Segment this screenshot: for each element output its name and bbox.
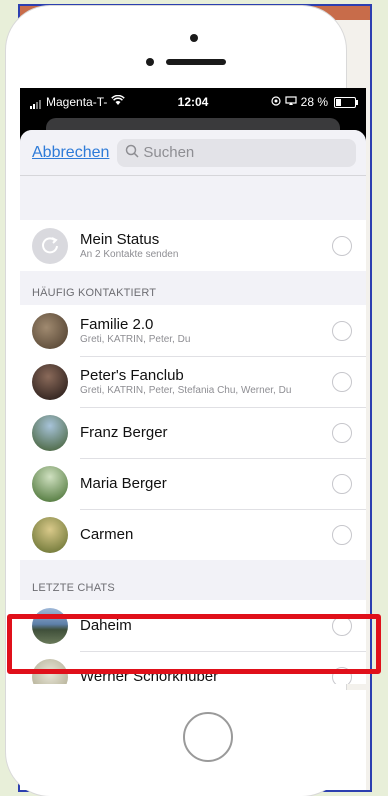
avatar <box>32 516 68 553</box>
my-status-row[interactable]: Mein Status An 2 Kontakte senden <box>20 220 366 271</box>
battery-percent: 28 % <box>300 95 329 109</box>
contact-name: Familie 2.0 <box>80 316 154 333</box>
search-icon <box>125 144 139 162</box>
avatar <box>32 414 68 451</box>
contact-row[interactable]: Peter's Fanclub Greti, KATRIN, Peter, St… <box>20 356 366 407</box>
status-bar: Magenta-T- 12:04 28 % <box>20 88 366 116</box>
front-camera <box>190 34 198 42</box>
contact-row[interactable]: Maria Berger <box>20 458 366 509</box>
select-radio[interactable] <box>332 371 352 392</box>
screen-mirroring-icon <box>285 95 297 109</box>
avatar <box>32 465 68 502</box>
select-radio[interactable] <box>332 666 352 684</box>
my-status-group: Mein Status An 2 Kontakte senden <box>20 220 366 271</box>
select-radio[interactable] <box>332 320 352 341</box>
share-sheet: Abbrechen Suchen Mein Status An 2 Kontak… <box>20 130 366 684</box>
home-button[interactable] <box>183 712 233 762</box>
status-avatar <box>32 227 68 264</box>
contact-name: Franz Berger <box>80 424 168 441</box>
location-icon <box>271 95 281 109</box>
recent-group: Daheim Werner Schörkhuber <box>20 600 366 684</box>
signal-icon <box>30 95 42 109</box>
select-radio[interactable] <box>332 422 352 443</box>
select-radio[interactable] <box>332 524 352 545</box>
clock: 12:04 <box>177 95 209 109</box>
contact-row[interactable]: Franz Berger <box>20 407 366 458</box>
contact-name: Werner Schörkhuber <box>80 668 219 684</box>
contact-row[interactable]: Daheim <box>20 600 366 651</box>
earpiece-speaker <box>166 59 226 65</box>
contact-name: Peter's Fanclub <box>80 367 184 384</box>
select-radio[interactable] <box>332 473 352 494</box>
status-refresh-icon <box>42 236 58 253</box>
select-radio[interactable] <box>332 615 352 636</box>
avatar <box>32 658 68 684</box>
wifi-icon <box>111 94 126 109</box>
search-bar: Abbrechen Suchen <box>20 130 366 176</box>
contact-name: Maria Berger <box>80 475 167 492</box>
search-placeholder: Suchen <box>143 144 195 161</box>
battery-icon <box>334 96 359 108</box>
avatar <box>32 312 68 349</box>
section-header-recent: LETZTE CHATS <box>20 560 366 600</box>
select-radio[interactable] <box>332 235 352 256</box>
contact-name: Daheim <box>80 617 132 634</box>
search-input[interactable]: Suchen <box>117 138 356 167</box>
section-header-frequent: HÄUFIG KONTAKTIERT <box>20 271 366 305</box>
frequent-group: Familie 2.0 Greti, KATRIN, Peter, Du Pet… <box>20 305 366 560</box>
contact-row[interactable]: Familie 2.0 Greti, KATRIN, Peter, Du <box>20 305 366 356</box>
avatar <box>32 607 68 644</box>
cancel-button[interactable]: Abbrechen <box>32 144 109 162</box>
my-status-subtitle: An 2 Kontakte senden <box>80 249 179 260</box>
contact-row[interactable]: Carmen <box>20 509 366 560</box>
my-status-title: Mein Status <box>80 231 160 248</box>
avatar <box>32 363 68 400</box>
contact-members: Greti, KATRIN, Peter, Du <box>80 334 191 345</box>
sensor-lens <box>146 58 154 66</box>
contact-name: Carmen <box>80 526 134 543</box>
contact-members: Greti, KATRIN, Peter, Stefania Chu, Wern… <box>80 385 292 396</box>
contact-row[interactable]: Werner Schörkhuber <box>20 651 366 684</box>
spacer <box>20 176 366 220</box>
phone-screen: Magenta-T- 12:04 28 % Abbrechen Suchen M… <box>20 88 366 684</box>
carrier-label: Magenta-T- <box>46 95 108 109</box>
